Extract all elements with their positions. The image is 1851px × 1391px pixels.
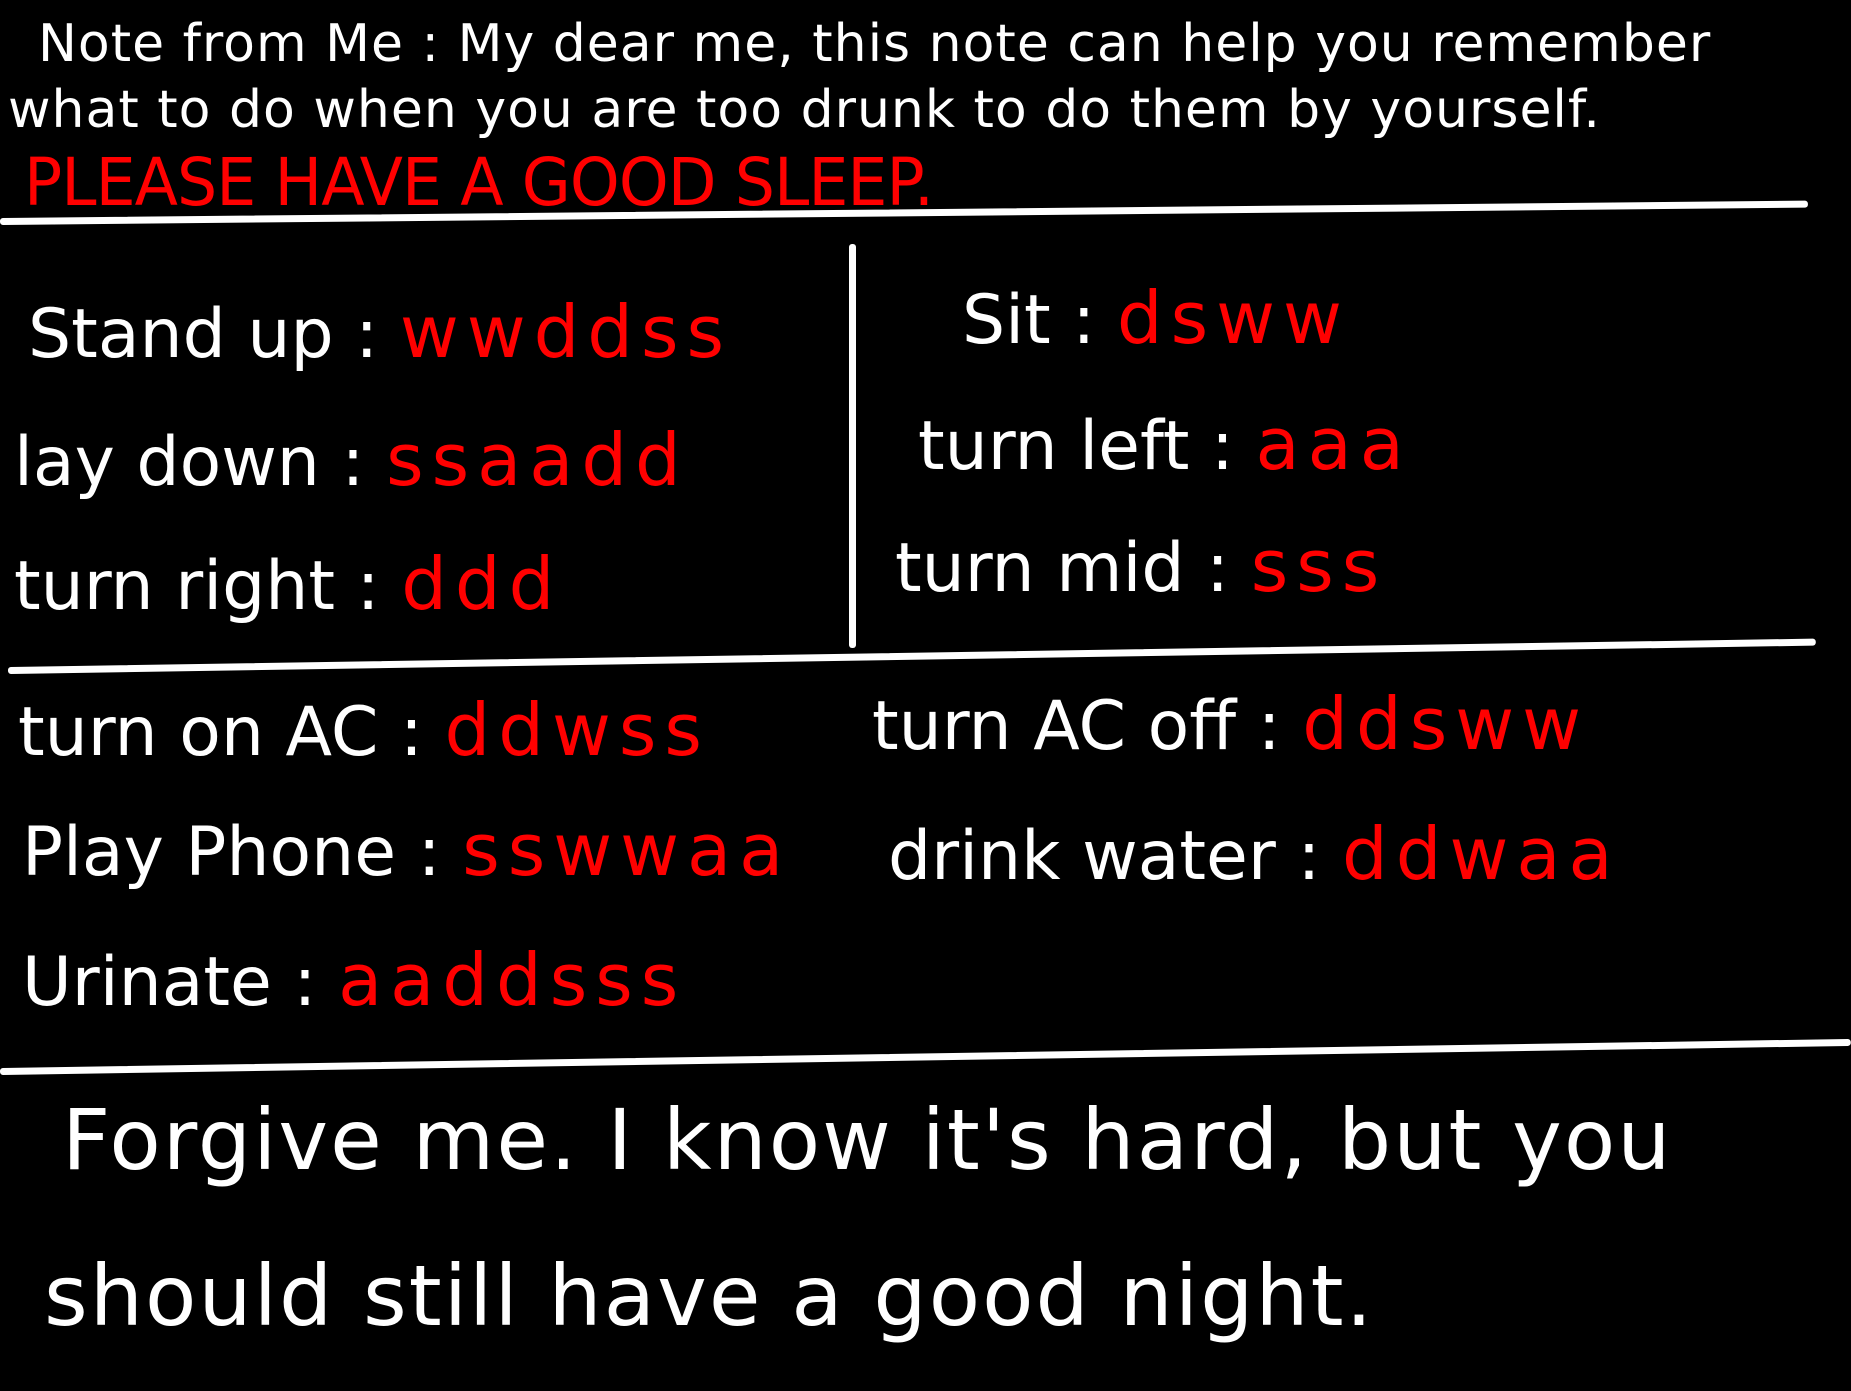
command-code: ssaadd <box>386 418 689 502</box>
command-code: ddd <box>401 542 563 626</box>
command-stand-up: Stand up : wwddss <box>28 296 732 369</box>
command-code: aaa <box>1255 402 1412 486</box>
command-label: Play Phone <box>22 813 397 892</box>
intro-line-1: Note from Me : My dear me, this note can… <box>38 14 1712 74</box>
command-label: turn on AC <box>18 693 379 772</box>
drunk-note: Note from Me : My dear me, this note can… <box>0 0 1851 1391</box>
command-separator: : <box>355 295 379 374</box>
command-turn-mid: turn mid : sss <box>895 530 1387 603</box>
command-turn-ac-off: turn AC off : ddsww <box>872 688 1589 761</box>
command-urinate: Urinate : aaddsss <box>22 944 686 1017</box>
command-separator: : <box>1206 529 1230 608</box>
command-separator: : <box>1211 407 1234 486</box>
command-label: Urinate <box>22 943 272 1022</box>
command-separator: : <box>417 813 441 892</box>
command-turn-left: turn left : aaa <box>918 408 1412 481</box>
command-separator: : <box>399 693 423 772</box>
closing-line-2: should still have a good night. <box>44 1247 1375 1345</box>
command-label: Sit <box>962 281 1051 360</box>
command-separator: : <box>293 943 317 1022</box>
command-separator: : <box>1072 281 1096 360</box>
command-label: turn right <box>14 547 336 626</box>
command-separator: : <box>341 423 365 502</box>
command-label: turn left <box>918 407 1190 486</box>
command-separator: : <box>1257 687 1281 766</box>
command-drink-water: drink water : ddwaa <box>888 818 1621 891</box>
command-code: ddwss <box>444 688 710 772</box>
intro-line-2: what to do when you are too drunk to do … <box>8 80 1601 140</box>
command-turn-right: turn right : ddd <box>14 548 562 621</box>
command-sit: Sit : dsww <box>962 282 1350 355</box>
command-play-phone: Play Phone : sswwaa <box>22 814 791 887</box>
command-code: sss <box>1250 524 1388 608</box>
command-label: lay down <box>14 423 320 502</box>
command-code: aaddsss <box>338 938 687 1022</box>
command-label: drink water <box>888 817 1276 896</box>
command-label: turn AC off <box>872 687 1237 766</box>
divider-middle <box>7 638 1816 674</box>
closing-line-1: Forgive me. I know it's hard, but you <box>62 1091 1673 1189</box>
command-code: wwddss <box>399 290 733 374</box>
command-code: ddwaa <box>1342 812 1621 896</box>
command-code: ddsww <box>1302 682 1589 766</box>
command-code: sswwaa <box>462 808 792 892</box>
warning-text: PLEASE HAVE A GOOD SLEEP. <box>24 144 934 221</box>
command-turn-on-ac: turn on AC : ddwss <box>18 694 710 767</box>
command-label: Stand up <box>28 295 334 374</box>
divider-vertical <box>849 244 856 648</box>
command-separator: : <box>356 547 380 626</box>
command-lay-down: lay down : ssaadd <box>14 424 689 497</box>
command-label: turn mid <box>895 529 1185 608</box>
divider-bottom <box>0 1038 1851 1075</box>
command-separator: : <box>1297 817 1321 896</box>
command-code: dsww <box>1116 276 1350 360</box>
